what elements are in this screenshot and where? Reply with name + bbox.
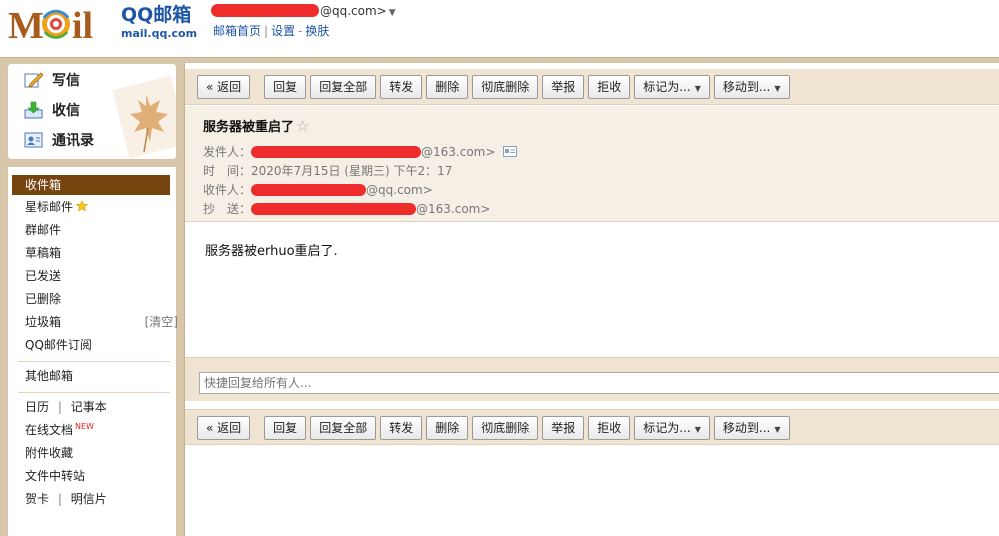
chevron-down-icon: ▼	[774, 84, 781, 93]
folder-subscriptions[interactable]: QQ邮件订阅	[25, 335, 92, 355]
link-file-transfer[interactable]: 文件中转站	[25, 466, 85, 486]
contact-card-icon[interactable]	[503, 146, 518, 157]
brand-cn: QQ邮箱	[121, 4, 192, 26]
account-menu[interactable]: @qq.com> ▼	[211, 3, 396, 21]
cc-row: 抄 送： @163.com>	[203, 202, 491, 216]
folder-other-mailboxes[interactable]: 其他邮箱	[25, 366, 73, 386]
delete-permanently-button[interactable]: 彻底删除	[472, 75, 539, 99]
reply-all-button[interactable]: 回复全部	[310, 416, 377, 440]
link-skin[interactable]: 换肤	[305, 24, 329, 38]
back-button[interactable]: « 返回	[197, 416, 251, 440]
clear-spam-link[interactable]: [清空]	[145, 312, 178, 332]
folder-list: 收件箱 星标邮件 群邮件 草稿箱 已发送 已删除 垃圾箱 [清空] QQ邮件订阅…	[7, 166, 178, 536]
move-to-dropdown[interactable]: 移动到... ▼	[713, 75, 790, 99]
report-button[interactable]: 举报	[542, 75, 585, 99]
svg-text:M: M	[8, 5, 44, 44]
folder-drafts[interactable]: 草稿箱	[25, 243, 61, 263]
redacted-cc	[251, 202, 417, 215]
link-attachments[interactable]: 附件收藏	[25, 443, 73, 463]
top-toolbar: « 返回 回复 回复全部 转发 删除 彻底删除 举报 拒收 标记为... ▼ 移动…	[185, 69, 999, 105]
report-button[interactable]: 举报	[542, 416, 585, 440]
contacts-button[interactable]: 通讯录	[24, 128, 94, 152]
brand-domain: mail.qq.com	[121, 27, 198, 40]
calendar-notes-row: 日历 | 记事本	[25, 400, 107, 414]
reject-button[interactable]: 拒收	[588, 75, 631, 99]
reply-button[interactable]: 回复	[264, 416, 307, 440]
link-greeting-cards[interactable]: 贺卡	[25, 492, 49, 506]
divider	[18, 392, 170, 393]
sender-row: 发件人： @163.com>	[203, 143, 518, 160]
back-button[interactable]: « 返回	[197, 75, 251, 99]
link-postcards[interactable]: 明信片	[71, 492, 107, 506]
recipient-row: 收件人： @qq.com>	[203, 183, 433, 197]
time-row: 时 间：2020年7月15日 (星期三) 下午2：17	[203, 164, 453, 178]
contacts-icon	[24, 132, 43, 148]
account-suffix: @qq.com>	[320, 4, 387, 18]
inbox-download-icon	[24, 101, 43, 119]
folder-starred[interactable]: 星标邮件	[25, 197, 89, 217]
reply-button[interactable]: 回复	[264, 75, 307, 99]
pencil-icon	[24, 72, 44, 88]
delete-permanently-button[interactable]: 彻底删除	[472, 416, 539, 440]
sidebar-commands: 写信 收信 通讯录	[7, 63, 177, 160]
link-online-docs[interactable]: 在线文档 NEW	[25, 420, 94, 440]
chevron-down-icon[interactable]: ▼	[389, 8, 396, 18]
folder-sent[interactable]: 已发送	[25, 266, 61, 286]
quick-reply-area	[185, 357, 999, 401]
cards-row: 贺卡 | 明信片	[25, 492, 107, 506]
delete-button[interactable]: 删除	[426, 416, 469, 440]
svg-text:il: il	[72, 5, 93, 44]
folder-spam[interactable]: 垃圾箱 [清空]	[25, 312, 178, 332]
folder-inbox[interactable]: 收件箱	[12, 175, 170, 195]
link-calendar[interactable]: 日历	[25, 400, 49, 414]
link-notes[interactable]: 记事本	[71, 400, 107, 414]
top-header: M il QQ邮箱 mail.qq.com @qq.com> ▼ 邮箱首页 | 设置 -…	[0, 0, 999, 60]
reply-all-button[interactable]: 回复全部	[310, 75, 377, 99]
reject-button[interactable]: 拒收	[588, 416, 631, 440]
check-mail-button[interactable]: 收信	[24, 98, 80, 122]
redacted-recipient	[251, 183, 367, 196]
new-badge: NEW	[75, 422, 94, 431]
message-body: 服务器被erhuo重启了.	[205, 244, 338, 259]
qq-mail-logo[interactable]: M il	[8, 2, 118, 44]
top-links: 邮箱首页 | 设置 - 换肤	[213, 24, 330, 38]
folder-deleted[interactable]: 已删除	[25, 289, 61, 309]
star-icon	[76, 200, 89, 212]
chevron-down-icon: ▼	[694, 84, 701, 93]
move-to-dropdown[interactable]: 移动到... ▼	[713, 416, 790, 440]
redacted-sender	[251, 145, 422, 158]
bottom-toolbar: « 返回 回复 回复全部 转发 删除 彻底删除 举报 拒收 标记为... ▼ 移动…	[185, 409, 999, 445]
chevron-down-icon: ▼	[694, 425, 701, 434]
delete-button[interactable]: 删除	[426, 75, 469, 99]
quick-reply-input[interactable]	[199, 372, 999, 394]
forward-button[interactable]: 转发	[380, 75, 423, 99]
compose-button[interactable]: 写信	[24, 68, 80, 92]
divider	[18, 361, 170, 362]
brand-name: QQ邮箱 mail.qq.com	[121, 4, 197, 40]
link-settings[interactable]: 设置	[271, 24, 295, 38]
maple-leaf-decoration	[112, 75, 176, 159]
mark-as-dropdown[interactable]: 标记为... ▼	[634, 75, 710, 99]
message-view: « 返回 回复 回复全部 转发 删除 彻底删除 举报 拒收 标记为... ▼ 移动…	[184, 63, 999, 536]
chevron-down-icon: ▼	[774, 425, 781, 434]
folder-group[interactable]: 群邮件	[25, 220, 61, 240]
redacted-account	[211, 4, 319, 17]
message-header: 服务器被重启了 ☆ 发件人： @163.com> 时 间：2020年7月15日 (星…	[185, 106, 999, 222]
mark-as-dropdown[interactable]: 标记为... ▼	[634, 416, 710, 440]
star-outline-icon[interactable]: ☆	[296, 117, 309, 135]
forward-button[interactable]: 转发	[380, 416, 423, 440]
message-subject: 服务器被重启了 ☆	[203, 117, 310, 135]
link-mail-home[interactable]: 邮箱首页	[213, 24, 261, 38]
